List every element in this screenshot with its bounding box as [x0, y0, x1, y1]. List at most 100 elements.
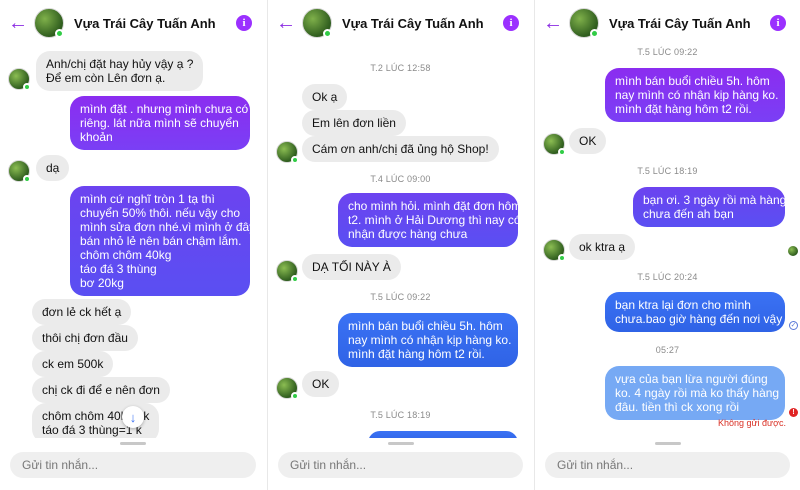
message-bubble[interactable]: OK: [569, 128, 607, 154]
shop-avatar[interactable]: [8, 68, 31, 91]
message-text: bạn ktra lại đơn cho mình: [615, 298, 751, 312]
read-receipt-avatar: [788, 246, 798, 256]
message-bubble[interactable]: dạ: [36, 155, 70, 181]
send-error-text[interactable]: Không gửi được.: [718, 418, 786, 428]
chat-header: ← Vựa Trái Cây Tuấn Anh i: [535, 0, 800, 46]
message-bubble[interactable]: ok ktra ạ: [569, 234, 636, 260]
info-button[interactable]: i: [770, 15, 786, 31]
info-button[interactable]: i: [503, 15, 519, 31]
message-text: vựa của bạn lừa người đúng: [615, 372, 768, 386]
scroll-down-button[interactable]: ↓: [122, 406, 144, 428]
message-input[interactable]: Gửi tin nhắn...: [10, 452, 256, 478]
online-indicator: [291, 392, 299, 400]
composer: Gửi tin nhắn...: [0, 438, 266, 490]
info-button[interactable]: i: [236, 15, 252, 31]
header-avatar[interactable]: [569, 8, 599, 38]
message-bubble[interactable]: mình bán buổi chiều 5h. hôm nay mình có …: [338, 313, 518, 367]
timestamp: T.5 LÚC 09:22: [370, 292, 431, 302]
message-list[interactable]: T.2 LÚC 12:58 Ok ạ Em lên đơn liền Cám ơ…: [268, 0, 533, 443]
message-text: dạ: [46, 161, 60, 175]
message-text: Để em còn Lên đơn ạ.: [46, 71, 166, 85]
chat-title[interactable]: Vựa Trái Cây Tuấn Anh: [74, 16, 236, 31]
drag-handle[interactable]: [120, 442, 146, 445]
drag-handle[interactable]: [654, 442, 681, 445]
message-text: mình bán buổi chiều 5h. hôm: [348, 319, 503, 333]
message-text: riêng. lát nữa mình sẽ chuyển: [80, 116, 239, 130]
shop-avatar[interactable]: [8, 160, 31, 183]
message-text: chưa đến ah bạn: [643, 207, 734, 221]
timestamp: T.5 LÚC 18:19: [637, 166, 698, 176]
info-icon: i: [776, 17, 780, 29]
timestamp: T.5 LÚC 18:19: [370, 410, 431, 420]
message-bubble[interactable]: OK: [302, 371, 340, 397]
message-text: khoản: [80, 130, 113, 144]
chat-header: ← Vựa Trái Cây Tuấn Anh i: [0, 0, 266, 46]
message-bubble[interactable]: bạn ơi. 3 ngày rồi mà hàng chưa đến ah b…: [633, 187, 787, 227]
message-bubble[interactable]: ck em 500k: [32, 351, 114, 377]
message-text: cho mình hỏi. mình đặt đơn hôm: [348, 199, 522, 213]
arrow-left-icon: ←: [8, 11, 28, 34]
message-text: mình đặt hàng hôm t2 rồi.: [615, 102, 752, 116]
info-icon: i: [509, 17, 513, 29]
message-list[interactable]: Anh/chị đặt hay hủy vậy ạ ? Để em còn Lê…: [0, 0, 266, 443]
online-indicator: [291, 156, 299, 164]
message-bubble[interactable]: bạn ktra lại đơn cho mình chưa.bao giờ h…: [605, 292, 785, 332]
message-text: ck em 500k: [42, 357, 104, 371]
arrow-down-icon: ↓: [129, 409, 137, 425]
message-list[interactable]: T.5 LÚC 09:22 mình bán buổi chiều 5h. hô…: [535, 0, 800, 438]
message-bubble[interactable]: mình đặt . nhưng mình chưa có tk riêng. …: [70, 96, 261, 150]
message-bubble[interactable]: DẠ TỐI NÀY À: [302, 254, 401, 280]
message-text: nay mình có nhận kịp hàng ko.: [615, 88, 779, 102]
online-indicator: [323, 29, 332, 38]
chat-panel-3: T.5 LÚC 09:22 mình bán buổi chiều 5h. hô…: [534, 0, 800, 490]
message-text: ok ktra ạ: [579, 240, 626, 254]
timestamp: T.5 LÚC 20:24: [637, 272, 698, 282]
back-button[interactable]: ←: [0, 0, 30, 46]
message-bubble[interactable]: chị ck đi để e nên đơn: [32, 377, 170, 403]
chat-title[interactable]: Vựa Trái Cây Tuấn Anh: [342, 16, 503, 31]
delivered-check-icon: ✓: [789, 321, 798, 330]
chat-screenshots: Anh/chị đặt hay hủy vậy ạ ? Để em còn Lê…: [0, 0, 800, 490]
message-bubble[interactable]: Cám ơn anh/chị đã ủng hộ Shop!: [302, 136, 499, 162]
message-text: chị ck đi để e nên đơn: [42, 383, 160, 397]
info-icon: i: [242, 17, 246, 29]
shop-avatar[interactable]: [543, 239, 566, 262]
arrow-left-icon: ←: [543, 11, 563, 34]
message-bubble[interactable]: Em lên đơn liền: [302, 110, 406, 136]
online-indicator: [55, 29, 64, 38]
message-text: chuyển 50% thôi. nếu vậy cho: [80, 206, 241, 220]
message-bubble[interactable]: cho mình hỏi. mình đặt đơn hôm t2. mình …: [338, 193, 522, 247]
chat-title[interactable]: Vựa Trái Cây Tuấn Anh: [609, 16, 770, 31]
message-bubble[interactable]: vựa của bạn lừa người đúng ko. 4 ngày rồ…: [605, 366, 785, 420]
header-avatar[interactable]: [34, 8, 64, 38]
back-button[interactable]: ←: [535, 0, 565, 46]
message-text: mình cứ nghĩ tròn 1 tạ thì: [80, 192, 215, 206]
shop-avatar[interactable]: [276, 377, 299, 400]
message-bubble[interactable]: mình cứ nghĩ tròn 1 tạ thì chuyển 50% th…: [70, 186, 255, 296]
error-icon[interactable]: !: [789, 408, 798, 417]
message-text: Cám ơn anh/chị đã ủng hộ Shop!: [312, 142, 489, 156]
back-button[interactable]: ←: [268, 0, 298, 46]
message-text: Em lên đơn liền: [312, 116, 396, 130]
message-input[interactable]: Gửi tin nhắn...: [278, 452, 523, 478]
header-avatar[interactable]: [302, 8, 332, 38]
composer: Gửi tin nhắn...: [535, 438, 800, 490]
shop-avatar[interactable]: [276, 141, 299, 164]
chat-panel-2: T.2 LÚC 12:58 Ok ạ Em lên đơn liền Cám ơ…: [267, 0, 533, 490]
online-indicator: [590, 29, 599, 38]
message-bubble[interactable]: Ok ạ: [302, 84, 348, 110]
message-bubble[interactable]: thôi chị đơn đầu: [32, 325, 138, 351]
message-text: đơn lẻ ck hết ạ: [42, 305, 122, 319]
message-bubble[interactable]: Anh/chị đặt hay hủy vậy ạ ? Để em còn Lê…: [36, 51, 204, 91]
drag-handle[interactable]: [387, 442, 414, 445]
message-bubble[interactable]: đơn lẻ ck hết ạ: [32, 299, 132, 325]
message-text: chưa.bao giờ hàng đến nơi vậy: [615, 312, 783, 326]
message-text: bán nhỏ lẻ nên bán chậm lắm.: [80, 234, 242, 248]
message-input[interactable]: Gửi tin nhắn...: [545, 452, 790, 478]
shop-avatar[interactable]: [543, 133, 566, 156]
shop-avatar[interactable]: [276, 260, 299, 283]
online-indicator: [23, 175, 31, 183]
message-bubble[interactable]: mình bán buổi chiều 5h. hôm nay mình có …: [605, 68, 785, 122]
composer: Gửi tin nhắn...: [268, 438, 533, 490]
message-text: bạn ơi. 3 ngày rồi mà hàng: [643, 193, 787, 207]
